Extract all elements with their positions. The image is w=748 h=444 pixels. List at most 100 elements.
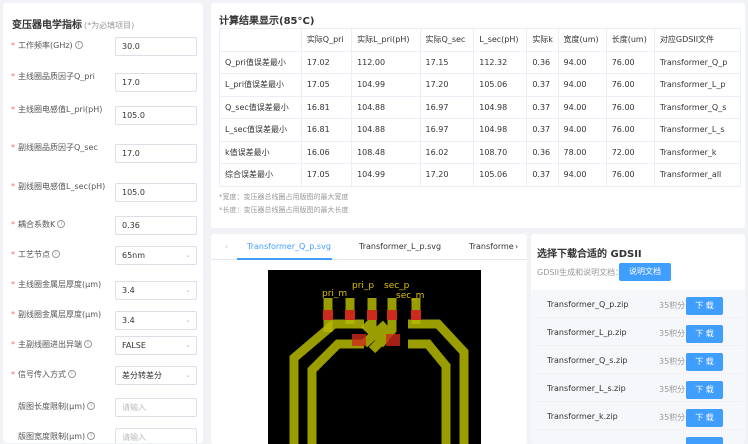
table-cell: L_sec值误差最小	[219, 118, 302, 142]
input-field[interactable]: 17.0	[115, 73, 197, 92]
table-cell: 76.00	[605, 50, 655, 74]
select-field[interactable]: 65nm ⌄	[115, 246, 197, 265]
form-row: * 耦合系数K i 0.36	[3, 216, 203, 241]
info-icon[interactable]: i	[68, 370, 76, 378]
table-cell: 76.00	[605, 163, 655, 187]
required-star-icon: *	[11, 280, 15, 289]
doc-button[interactable]: 说明文档	[619, 263, 671, 281]
download-button[interactable]: 下 载	[686, 325, 723, 343]
table-cell: 104.88	[351, 95, 421, 119]
select-field[interactable]: 3.4 ⌄	[115, 281, 197, 300]
table-cell: 108.48	[351, 140, 421, 164]
form-row: * 副线圈品质因子Q_sec 17.0	[3, 142, 203, 164]
column-header: L_sec(pH)	[473, 28, 528, 52]
field-value: 3.4	[122, 316, 135, 325]
via-pri-m	[323, 310, 333, 320]
info-icon[interactable]: i	[74, 41, 83, 49]
download-button[interactable]: 下 载	[686, 381, 723, 399]
input-field[interactable]: 请输入	[115, 398, 197, 417]
table-cell: 105.06	[473, 73, 528, 97]
table-row: Q_sec值误差最小 16.81 104.88 16.97 104.98 0.37 94.0…	[219, 95, 742, 119]
chevron-down-icon: ⌄	[185, 341, 191, 349]
chevron-left-icon[interactable]: ‹	[225, 242, 228, 251]
table-cell: 105.06	[473, 163, 528, 187]
form-row: * 工艺节点 i 65nm ⌄	[3, 246, 203, 271]
field-label-wrap: * 副线圈金属层厚度(μm)	[11, 309, 111, 320]
required-star-icon: *	[11, 143, 15, 152]
info-icon[interactable]: i	[87, 432, 96, 440]
form-row: * 副线圈电感值L_sec(pH) 105.0	[3, 181, 203, 203]
table-cell: 0.36	[526, 140, 559, 164]
input-field[interactable]: 17.0	[115, 144, 197, 163]
label-sec-m: sec_m	[396, 291, 424, 301]
table-cell: 16.06	[300, 140, 353, 164]
column-header: 实际k	[526, 28, 559, 52]
input-field[interactable]: 105.0	[115, 183, 197, 202]
table-cell: Transformer_Q_p	[653, 50, 742, 74]
tab-transformer-l-p[interactable]: Transformer_L_p.svg	[359, 242, 441, 251]
info-icon[interactable]: i	[57, 220, 66, 228]
download-button[interactable]: 下 载	[686, 353, 723, 371]
table-cell: 17.05	[300, 163, 353, 187]
chevron-down-icon: ⌄	[185, 286, 191, 294]
select-field[interactable]: 差分转差分 ⌄	[115, 366, 197, 385]
table-cell: k值误差最小	[219, 140, 302, 164]
field-value: 105.0	[122, 111, 145, 120]
table-cell: 0.37	[526, 73, 559, 97]
tab-transformer-partial[interactable]: Transforme	[469, 242, 514, 251]
select-field[interactable]: 3.4 ⌄	[115, 311, 197, 330]
form-row: * 信号传入方式 i 差分转差分 ⌄	[3, 366, 203, 391]
field-label: 工作频率(GHz)	[18, 41, 73, 50]
table-cell: 94.00	[557, 50, 607, 74]
result-table: 实际Q_pri 实际L_pri(pH) 实际Q_sec L_sec(pH) 实际k 宽度(…	[219, 28, 742, 187]
field-label-wrap: * 工作频率(GHz) i	[11, 40, 111, 51]
spec-panel-title: 变压器电学指标	[12, 20, 82, 31]
field-label-wrap: * 主线圈金属层厚度(μm)	[11, 279, 111, 290]
chevron-right-icon[interactable]: ›	[515, 242, 518, 251]
form-row: * 工作频率(GHz) i 30.0	[3, 37, 203, 62]
tab-transformer-q-p[interactable]: Transformer_Q_p.svg	[247, 242, 331, 251]
download-button[interactable]: 下 载	[686, 409, 723, 427]
required-star-icon: *	[11, 41, 15, 50]
via-sec-m-a	[387, 310, 397, 320]
table-cell: 17.02	[300, 50, 353, 74]
info-icon[interactable]: i	[87, 402, 96, 410]
field-label: 信号传入方式	[18, 370, 66, 379]
table-cell: 108.70	[473, 140, 528, 164]
table-cell: 104.98	[473, 95, 528, 119]
table-cell: 112.00	[351, 50, 421, 74]
download-item: Transformer_L_s.zip 35积分下 载	[537, 378, 742, 402]
table-row: L_sec值误差最小 16.81 104.88 16.97 104.98 0.37 94.0…	[219, 118, 742, 142]
column-header: 长度(um)	[605, 28, 655, 52]
field-label: 主线圈电感值L_pri(pH)	[18, 105, 103, 114]
column-header: 宽度(um)	[557, 28, 607, 52]
input-field[interactable]: 0.36	[115, 216, 197, 235]
select-field[interactable]: FALSE ⌄	[115, 336, 197, 355]
svg-viewer-panel: ‹ Transformer_Q_p.svg Transformer_L_p.sv…	[211, 234, 527, 444]
download-item: Transformer_L_p.zip 35积分下 载	[537, 322, 742, 346]
form-row: * 主副线圈进出异端 i FALSE ⌄	[3, 336, 203, 361]
download-button[interactable]	[686, 437, 723, 444]
table-cell: 17.05	[300, 73, 353, 97]
info-icon[interactable]: i	[52, 250, 60, 258]
field-label-wrap: * 主线圈品质因子Q_pri	[11, 71, 111, 82]
field-value: 0.36	[122, 221, 140, 230]
download-points: 35积分	[659, 413, 686, 422]
field-value: 30.0	[122, 42, 140, 51]
column-header: 实际Q_pri	[300, 28, 353, 52]
table-row: Q_pri值误差最小 17.02 112.00 17.15 112.32 0.36 94.0…	[219, 50, 742, 74]
svg-tabs: ‹ Transformer_Q_p.svg Transformer_L_p.sv…	[211, 234, 527, 260]
required-star-icon: *	[11, 340, 15, 349]
download-filename: Transformer_L_p.zip	[547, 328, 627, 337]
required-star-icon: *	[11, 310, 15, 319]
input-field[interactable]: 请输入	[115, 428, 197, 443]
field-label-wrap: * 副线圈品质因子Q_sec	[11, 142, 111, 153]
download-button[interactable]: 下 载	[686, 297, 723, 315]
table-cell: 16.81	[300, 95, 353, 119]
table-row: L_pri值误差最小 17.05 104.99 17.20 105.06 0.37 94.0…	[219, 73, 742, 97]
input-field[interactable]: 105.0	[115, 106, 197, 125]
info-icon[interactable]: i	[84, 340, 92, 348]
input-field[interactable]: 30.0	[115, 37, 197, 56]
table-cell: 综合误差最小	[219, 163, 302, 187]
table-cell: 94.00	[557, 73, 607, 97]
